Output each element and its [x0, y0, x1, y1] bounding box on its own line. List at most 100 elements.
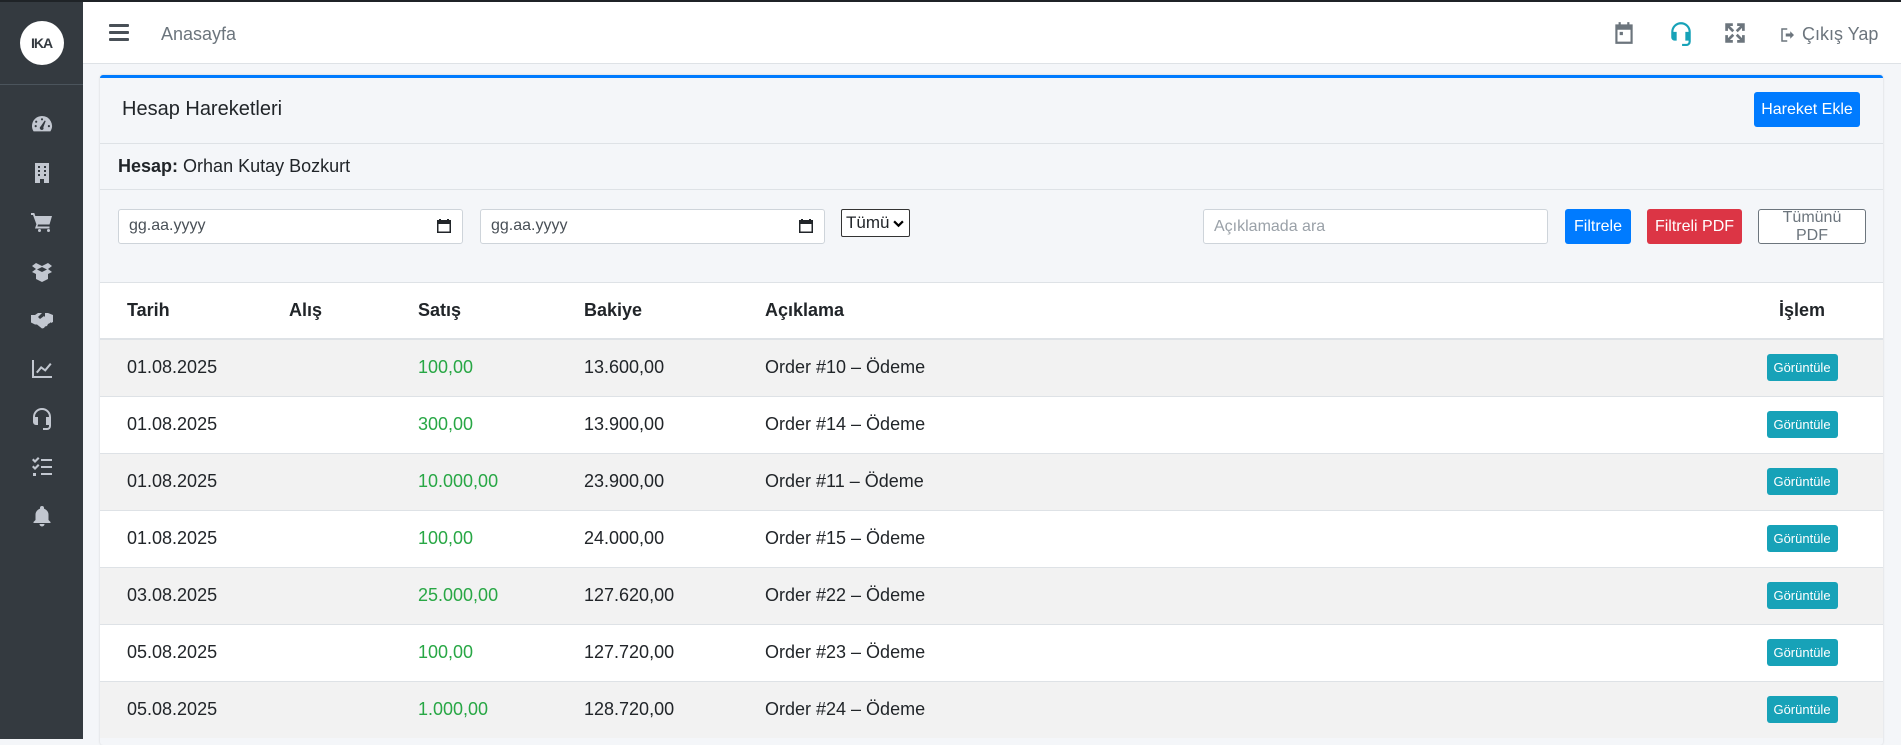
table-row: 01.08.2025 100,00 13.600,00 Order #10 – Öde… — [100, 338, 1883, 396]
col-header-sale[interactable]: Satış — [418, 283, 584, 340]
handshake-icon — [30, 312, 53, 328]
add-movement-button[interactable]: Hareket Ekle — [1754, 92, 1860, 127]
card-header: Hesap Hareketleri Hareket Ekle — [100, 78, 1883, 144]
calendar-picker-icon[interactable] — [798, 218, 814, 234]
dashboard-icon — [31, 115, 52, 131]
view-button[interactable]: Görüntüle — [1766, 411, 1838, 438]
start-date-placeholder: gg.aa.yyyy — [129, 217, 206, 234]
logout-link[interactable]: Çıkış Yap — [1779, 24, 1878, 45]
building-icon — [34, 162, 49, 183]
filter-button[interactable]: Filtrele — [1565, 209, 1631, 244]
table-row: 01.08.2025 300,00 13.900,00 Order #14 – Öde… — [100, 395, 1883, 453]
cell-balance: 13.600,00 — [584, 338, 765, 396]
sidebar-item-reports[interactable] — [0, 344, 83, 393]
nav-link-home[interactable]: Anasayfa — [161, 24, 236, 45]
cell-purchase — [289, 623, 418, 681]
page-title: Hesap Hareketleri — [122, 98, 283, 120]
table-row: 05.08.2025 1.000,00 128.720,00 Order #24 – … — [100, 680, 1883, 738]
cell-balance: 127.620,00 — [584, 566, 765, 624]
cell-description: Order #24 – Ödeme — [765, 680, 1721, 738]
cell-action: Görüntüle — [1721, 452, 1883, 510]
cell-purchase — [289, 509, 418, 567]
cell-balance: 24.000,00 — [584, 509, 765, 567]
sidebar-item-companies[interactable] — [0, 148, 83, 197]
cell-description: Order #23 – Ödeme — [765, 623, 1721, 681]
chart-line-icon — [31, 359, 52, 378]
cell-action: Görüntüle — [1721, 338, 1883, 396]
cell-action: Görüntüle — [1721, 566, 1883, 624]
col-header-description[interactable]: Açıklama — [765, 283, 1721, 340]
search-placeholder: Açıklamada ara — [1214, 218, 1326, 235]
cart-icon — [30, 212, 52, 232]
cell-purchase — [289, 395, 418, 453]
cell-description: Order #10 – Ödeme — [765, 338, 1721, 396]
sidebar-item-tasks[interactable] — [0, 442, 83, 491]
account-name: Orhan Kutay Bozkurt — [183, 156, 351, 176]
account-info: Hesap: Orhan Kutay Bozkurt — [100, 144, 1883, 190]
headset-icon — [32, 407, 51, 430]
cell-purchase — [289, 452, 418, 510]
brand-logo[interactable]: IKA — [19, 21, 64, 65]
cell-sale: 300,00 — [418, 395, 584, 453]
cell-description: Order #15 – Ödeme — [765, 509, 1721, 567]
cell-sale: 100,00 — [418, 509, 584, 567]
end-date-input[interactable]: gg.aa.yyyy — [480, 209, 825, 244]
cell-date: 05.08.2025 — [100, 623, 289, 681]
cell-date: 05.08.2025 — [100, 680, 289, 738]
support-headset-icon[interactable] — [1668, 20, 1694, 46]
sidebar-item-deals[interactable] — [0, 295, 83, 344]
account-label: Hesap: — [118, 156, 179, 176]
movements-table-wrapper: Tarih Alış Satış Bakiye Açıklama İşlem 0… — [100, 283, 1883, 738]
sidebar-item-products[interactable] — [0, 246, 83, 295]
type-select[interactable]: Tümü — [841, 209, 910, 237]
account-movements-card: Hesap Hareketleri Hareket Ekle Hesap: Or… — [100, 75, 1883, 745]
cell-purchase — [289, 680, 418, 738]
cell-purchase — [289, 338, 418, 396]
cell-balance: 23.900,00 — [584, 452, 765, 510]
sidebar-nav — [0, 85, 83, 540]
cell-sale: 100,00 — [418, 338, 584, 396]
calendar-picker-icon[interactable] — [436, 218, 452, 234]
filtered-pdf-button[interactable]: Filtreli PDF — [1647, 209, 1742, 244]
col-header-balance[interactable]: Bakiye — [584, 283, 765, 340]
view-button[interactable]: Görüntüle — [1766, 696, 1838, 724]
sidebar-item-support[interactable] — [0, 393, 83, 442]
view-button[interactable]: Görüntüle — [1766, 639, 1838, 666]
table-row: 01.08.2025 100,00 24.000,00 Order #15 – Öde… — [100, 509, 1883, 567]
col-header-action: İşlem — [1721, 283, 1883, 340]
view-button[interactable]: Görüntüle — [1766, 525, 1838, 552]
cell-sale: 10.000,00 — [418, 452, 584, 510]
description-search-input[interactable]: Açıklamada ara — [1203, 209, 1548, 244]
start-date-input[interactable]: gg.aa.yyyy — [118, 209, 463, 244]
view-button[interactable]: Görüntüle — [1766, 582, 1838, 609]
view-button[interactable]: Görüntüle — [1766, 354, 1838, 382]
brand[interactable]: IKA — [0, 2, 83, 85]
cell-action: Görüntüle — [1721, 395, 1883, 453]
table-row: 03.08.2025 25.000,00 127.620,00 Order #22 –… — [100, 566, 1883, 624]
logout-icon — [1781, 27, 1794, 42]
col-header-date[interactable]: Tarih — [100, 283, 289, 340]
table-header-row: Tarih Alış Satış Bakiye Açıklama İşlem — [100, 283, 1883, 340]
sidebar: IKA — [0, 0, 83, 739]
cell-sale: 100,00 — [418, 623, 584, 681]
calendar-icon[interactable] — [1611, 20, 1637, 46]
sidebar-item-notifications[interactable] — [0, 491, 83, 540]
cell-action: Görüntüle — [1721, 623, 1883, 681]
view-button[interactable]: Görüntüle — [1766, 468, 1838, 495]
menu-toggle-button[interactable] — [109, 24, 129, 42]
table-row: 05.08.2025 100,00 127.720,00 Order #23 – Öd… — [100, 623, 1883, 681]
box-open-icon — [31, 262, 52, 282]
top-navbar: Anasayfa Çıkış Yap — [83, 0, 1901, 64]
expand-icon[interactable] — [1722, 20, 1748, 46]
cell-date: 01.08.2025 — [100, 395, 289, 453]
end-date-placeholder: gg.aa.yyyy — [491, 217, 568, 234]
col-header-purchase[interactable]: Alış — [289, 283, 418, 340]
task-list-icon — [31, 456, 52, 476]
sidebar-item-dashboard[interactable] — [0, 99, 83, 148]
cell-purchase — [289, 566, 418, 624]
cell-action: Görüntüle — [1721, 509, 1883, 567]
filter-bar: gg.aa.yyyy gg.aa.yyyy Tümü Açıklamada ar… — [100, 190, 1883, 283]
all-pdf-button[interactable]: Tümünü PDF — [1758, 209, 1866, 244]
sidebar-item-orders[interactable] — [0, 197, 83, 246]
cell-balance: 128.720,00 — [584, 680, 765, 738]
